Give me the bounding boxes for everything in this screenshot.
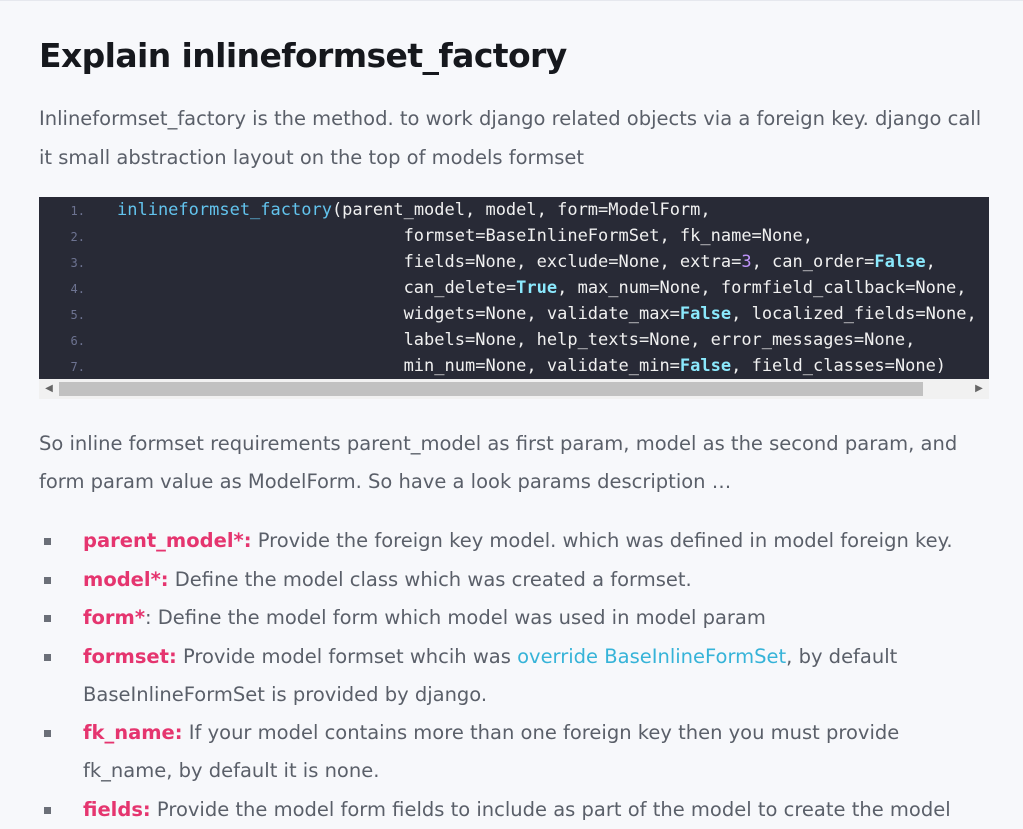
line-number: 4.: [70, 282, 85, 296]
list-item: model*: Define the model class which was…: [44, 561, 993, 599]
bullet-icon: [44, 615, 51, 622]
bullet-icon: [44, 653, 51, 661]
bullet-icon: [44, 576, 51, 584]
code-line-5: 5. widgets=None, validate_max=False, loc…: [39, 301, 989, 327]
code-keyword: True: [516, 278, 558, 298]
left-arrow-icon[interactable]: ◀: [39, 379, 59, 399]
code-line-2: 2. formset=BaseInlineFormSet, fk_name=No…: [39, 223, 989, 249]
params-list: parent_model*: Provide the foreign key m…: [44, 522, 993, 829]
bullet-icon: [44, 730, 51, 737]
line-number: 6.: [70, 334, 85, 348]
params-intro-paragraph: So inline formset requirements parent_mo…: [39, 432, 958, 493]
param-description: Provide the foreign key model. which was…: [251, 529, 953, 552]
list-item: fk_name: If your model contains more tha…: [44, 714, 993, 790]
bullet-icon: [44, 538, 51, 545]
list-item: parent_model*: Provide the foreign key m…: [44, 522, 993, 560]
line-number: 5.: [70, 308, 85, 322]
param-name: model*:: [83, 567, 169, 591]
code-line-4: 4. can_delete=True, max_num=None, formfi…: [39, 275, 989, 301]
code-function-name: inlineformset_factory: [117, 200, 332, 220]
code-text: , localized_fields=None,: [731, 304, 977, 324]
param-description: : Define the model form which model was …: [145, 606, 766, 629]
code-line-7: 7. min_num=None, validate_min=False, fie…: [39, 353, 989, 379]
list-item: form*: Define the model form which model…: [44, 599, 993, 637]
code-text: widgets=None, validate_max=: [117, 304, 680, 324]
page-title: Explain inlineformset_factory: [39, 36, 567, 75]
code-content: 1. inlineformset_factory(parent_model, mo…: [39, 197, 989, 379]
param-description: If your model contains more than one for…: [83, 721, 900, 782]
param-name: formset:: [83, 644, 177, 668]
scrollbar-thumb[interactable]: [59, 382, 923, 396]
code-horizontal-scrollbar[interactable]: ◀ ▶: [39, 379, 989, 399]
bullet-icon: [44, 806, 51, 814]
right-arrow-icon[interactable]: ▶: [969, 379, 989, 399]
param-description: Provide the model form fields to include…: [150, 797, 951, 821]
list-item: formset: Provide model formset whcih was…: [44, 638, 993, 714]
override-baseinlineformset-link[interactable]: override BaseInlineFormSet: [517, 645, 786, 668]
code-text: , field_classes=None): [731, 356, 947, 376]
param-description: Define the model class which was created…: [168, 567, 692, 591]
code-text: , max_num=None, formfield_callback=None,: [557, 278, 967, 298]
param-name: fk_name:: [83, 721, 183, 744]
param-description: Provide model formset whcih was: [176, 644, 518, 668]
code-block: 1. inlineformset_factory(parent_model, mo…: [39, 197, 989, 399]
param-name: parent_model*:: [83, 529, 252, 552]
code-text: formset=BaseInlineFormSet, fk_name=None,: [117, 226, 813, 246]
code-text: can_delete=: [117, 278, 517, 298]
code-line-1: 1. inlineformset_factory(parent_model, mo…: [39, 197, 989, 223]
line-number: 7.: [70, 360, 85, 374]
code-text: labels=None, help_texts=None, error_mess…: [117, 330, 916, 350]
param-name: form*: [83, 606, 146, 629]
code-text: , can_order=: [751, 252, 875, 272]
code-keyword: False: [679, 304, 732, 324]
list-item: fields: Provide the model form fields to…: [44, 791, 993, 829]
code-text: (parent_model, model, form=ModelForm,: [331, 200, 711, 220]
code-text: fields=None, exclude=None, extra=: [117, 252, 742, 272]
line-number: 3.: [70, 256, 85, 270]
line-number: 2.: [70, 230, 85, 244]
code-keyword: False: [679, 356, 732, 376]
line-number: 1.: [70, 204, 85, 218]
code-keyword: False: [874, 252, 926, 272]
intro-paragraph: Inlineformset_factory is the method. to …: [39, 107, 982, 169]
param-name: fields:: [83, 797, 151, 821]
code-text: min_num=None, validate_min=: [117, 356, 680, 376]
code-text: ,: [925, 252, 936, 272]
code-line-3: 3. fields=None, exclude=None, extra=3, c…: [39, 249, 989, 275]
code-line-6: 6. labels=None, help_texts=None, error_m…: [39, 327, 989, 353]
code-number: 3: [741, 252, 752, 272]
